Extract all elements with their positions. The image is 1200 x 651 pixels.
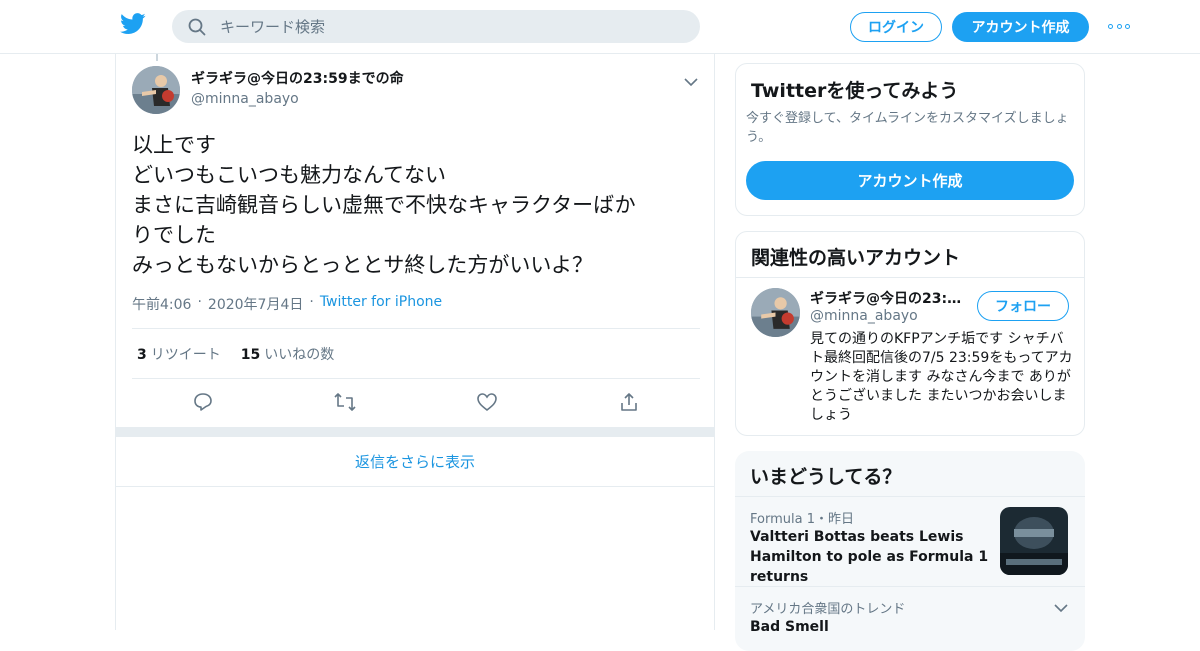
tweet-time[interactable]: 午前4:06 xyxy=(132,294,191,314)
related-account-avatar[interactable] xyxy=(751,288,800,337)
tweet-metadata: 午前4:06 · 2020年7月4日 · Twitter for iPhone xyxy=(132,294,442,314)
related-account-handle[interactable]: @minna_abayo xyxy=(810,308,918,324)
follow-button[interactable]: フォロー xyxy=(977,291,1069,321)
related-accounts-title: 関連性の高いアカウント xyxy=(751,247,961,269)
chevron-down-icon[interactable] xyxy=(684,72,698,91)
tweet-source-link[interactable]: Twitter for iPhone xyxy=(320,294,442,314)
trend-title[interactable]: Valtteri Bottas beats Lewis Hamilton to … xyxy=(750,527,995,587)
related-accounts-card: 関連性の高いアカウント ギラギラ@今日の23:… @minna_abayo フォ… xyxy=(735,231,1085,436)
twitter-bird-icon[interactable] xyxy=(120,13,146,39)
divider xyxy=(132,328,700,329)
author-handle[interactable]: @minna_abayo xyxy=(191,91,404,107)
search-box[interactable] xyxy=(172,10,700,43)
trends-card: いまどうしてる？ Formula 1・昨日 Valtteri Bottas be… xyxy=(735,451,1085,651)
tweet-text-line: どいつもこいつも魅力なんてない xyxy=(132,163,446,187)
trend-context: Formula 1・昨日 xyxy=(750,512,854,527)
trend-thumbnail-image[interactable] xyxy=(1000,507,1068,575)
tweet-stats: 3 リツイート 15 いいねの数 xyxy=(137,344,334,364)
signup-card-button[interactable]: アカウント作成 xyxy=(746,161,1074,200)
divider xyxy=(132,378,700,379)
related-account-bio: 見ての通りのKFPアンチ垢です シャチバト最終回配信後の7/5 23:59をもっ… xyxy=(810,331,1073,423)
retweet-label: リツイート xyxy=(150,347,221,363)
trend-context: アメリカ合衆国のトレンド xyxy=(750,602,906,617)
divider xyxy=(735,496,1085,497)
tweet-author[interactable]: ギラギラ@今日の23:59までの命 @minna_abayo xyxy=(191,68,404,107)
show-more-replies-link[interactable]: 返信をさらに表示 xyxy=(116,437,714,487)
share-icon[interactable] xyxy=(599,391,659,413)
retweet-count: 3 xyxy=(137,347,147,363)
tweet-text-line: りでした xyxy=(132,223,216,247)
tweet-text-line: まさに吉崎観音らしい虚無で不快なキャラクターばか xyxy=(132,193,636,217)
like-count: 15 xyxy=(240,347,261,363)
separator-dot: · xyxy=(309,294,314,310)
divider xyxy=(736,277,1084,278)
reply-icon[interactable] xyxy=(173,391,233,413)
signup-card-subtitle: 今すぐ登録して、タイムラインをカスタマイズしましょう。 xyxy=(746,111,1069,145)
retweet-stat[interactable]: 3 リツイート xyxy=(137,344,221,364)
related-account-name[interactable]: ギラギラ@今日の23:… xyxy=(810,288,970,308)
section-separator xyxy=(116,427,714,437)
thread-connector-line xyxy=(156,54,158,61)
tweet-text: 以上です どいつもこいつも魅力なんてない まさに吉崎観音らしい虚無で不快なキャラ… xyxy=(132,130,702,280)
author-name[interactable]: ギラギラ@今日の23:59までの命 xyxy=(191,68,404,88)
signup-card: Twitterを使ってみよう 今すぐ登録して、タイムラインをカスタマイズしましょ… xyxy=(735,63,1085,216)
divider xyxy=(735,586,1085,587)
more-options-icon[interactable] xyxy=(1108,19,1130,33)
signup-card-title: Twitterを使ってみよう xyxy=(751,80,959,102)
trend-title[interactable]: Bad Smell xyxy=(750,617,829,637)
retweet-icon[interactable] xyxy=(315,391,375,413)
like-label: いいねの数 xyxy=(264,347,335,363)
tweet-date[interactable]: 2020年7月4日 xyxy=(208,294,303,314)
top-navigation-bar: ログイン アカウント作成 xyxy=(0,0,1200,54)
like-heart-icon[interactable] xyxy=(457,391,517,413)
tweet-column: ギラギラ@今日の23:59までの命 @minna_abayo 以上です どいつも… xyxy=(115,54,715,630)
tweet-text-line: みっともないからとっととサ終した方がいいよ？ xyxy=(132,253,593,277)
search-input[interactable] xyxy=(220,17,660,36)
signup-button[interactable]: アカウント作成 xyxy=(952,12,1089,42)
login-button[interactable]: ログイン xyxy=(850,12,942,42)
separator-dot: · xyxy=(197,294,202,310)
trends-title: いまどうしてる？ xyxy=(750,466,902,488)
author-avatar[interactable] xyxy=(132,66,180,114)
tweet-text-line: 以上です xyxy=(132,133,216,157)
like-stat[interactable]: 15 いいねの数 xyxy=(241,344,334,364)
search-icon xyxy=(188,18,206,35)
chevron-down-icon[interactable] xyxy=(1054,598,1068,617)
tweet-actions xyxy=(132,391,700,413)
